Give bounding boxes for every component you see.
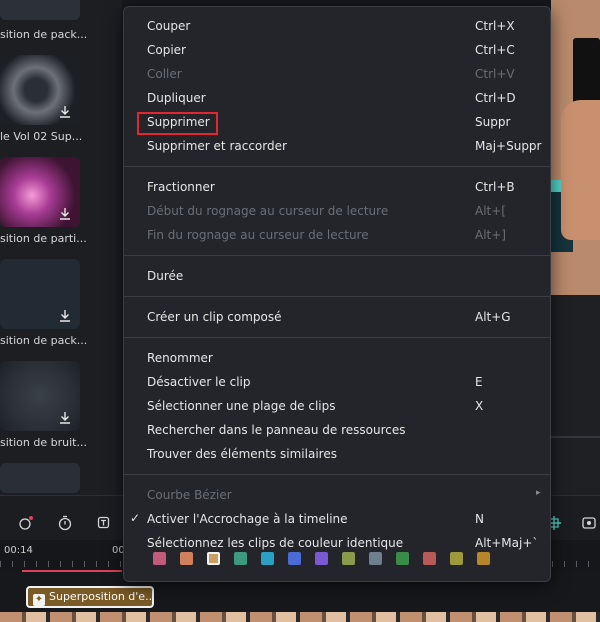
color-swatch[interactable] (477, 552, 490, 565)
record-icon[interactable] (582, 515, 598, 531)
timer-icon[interactable] (57, 515, 73, 531)
menu-item-supprimer-et-raccorder[interactable]: Supprimer et raccorder Maj+Suppr (124, 135, 550, 159)
download-icon[interactable] (58, 411, 72, 425)
preview-person (561, 100, 600, 240)
menu-item-renommer[interactable]: Renommer (124, 347, 550, 371)
color-swatch[interactable] (450, 552, 463, 565)
clip-label: Superposition d'e... (49, 590, 154, 603)
menu-item-courbe-bezier: Courbe Bézier ▸ (147, 488, 541, 502)
video-track-filmstrip[interactable] (0, 612, 600, 622)
color-swatch[interactable] (369, 552, 382, 565)
menu-item-dupliquer[interactable]: Dupliquer Ctrl+D (124, 87, 550, 111)
ai-audio-icon[interactable] (18, 515, 34, 531)
menu-separator (124, 166, 550, 167)
download-icon[interactable] (58, 309, 72, 323)
color-swatch[interactable] (342, 552, 355, 565)
menu-item-duree[interactable]: Durée (124, 265, 550, 289)
color-swatch[interactable] (207, 552, 220, 565)
asset-label: le Vol 02 Sup... (0, 130, 83, 143)
media-panel: sition de pack... le Vol 02 Sup... sitio… (0, 0, 122, 495)
menu-item-fractionner[interactable]: Fractionner Ctrl+B (124, 176, 550, 200)
download-icon[interactable] (58, 105, 72, 119)
playhead-range (22, 570, 122, 572)
color-swatch[interactable] (180, 552, 193, 565)
color-swatch[interactable] (261, 552, 274, 565)
panel-divider (551, 436, 600, 438)
asset-thumbnail[interactable] (0, 55, 80, 125)
text-to-speech-icon[interactable] (97, 515, 113, 531)
color-swatch[interactable] (315, 552, 328, 565)
menu-separator (124, 337, 550, 338)
highlight-box (137, 112, 218, 135)
submenu-arrow-icon: ▸ (536, 488, 541, 498)
asset-thumbnail[interactable] (0, 259, 80, 329)
menu-separator (124, 296, 550, 297)
time-label: 00:14 (4, 545, 33, 556)
menu-item-copier[interactable]: Copier Ctrl+C (124, 39, 550, 63)
menu-item-creer-clip-compose[interactable]: Créer un clip composé Alt+G (124, 306, 550, 330)
properties-panel (551, 295, 600, 495)
timeline-clip[interactable]: ✦ Superposition d'e... (26, 586, 154, 608)
color-swatch[interactable] (288, 552, 301, 565)
asset-label: sition de bruit... (0, 436, 87, 449)
asset-thumbnail[interactable] (0, 157, 80, 227)
menu-item-activer-accrochage[interactable]: ✓ Activer l'Accrochage à la timeline N (124, 508, 550, 532)
asset-thumbnail[interactable] (0, 463, 80, 493)
color-swatch[interactable] (234, 552, 247, 565)
menu-item-rechercher-ressources[interactable]: Rechercher dans le panneau de ressources (124, 419, 550, 443)
color-swatch[interactable] (153, 552, 166, 565)
asset-label: sition de parti... (0, 232, 87, 245)
color-swatch[interactable] (423, 552, 436, 565)
asset-label: sition de pack... (0, 28, 88, 41)
menu-item-coller: Coller Ctrl+V (147, 67, 515, 81)
context-menu: Couper Ctrl+X Copier Ctrl+C Coller Ctrl+V D… (123, 6, 551, 582)
menu-item-trouver-similaires[interactable]: Trouver des éléments similaires (124, 443, 550, 467)
menu-item-couper[interactable]: Couper Ctrl+X (124, 15, 550, 39)
effect-icon: ✦ (33, 594, 45, 606)
asset-label: sition de pack... (0, 334, 88, 347)
menu-separator (124, 474, 550, 475)
menu-item-fin-rognage: Fin du rognage au curseur de lecture Alt+… (147, 228, 506, 242)
color-swatch[interactable] (396, 552, 409, 565)
asset-thumbnail[interactable] (0, 0, 80, 20)
menu-item-debut-rognage: Début du rognage au curseur de lecture Al… (147, 204, 506, 218)
checkmark-icon: ✓ (130, 511, 141, 525)
menu-separator (124, 255, 550, 256)
download-icon[interactable] (58, 207, 72, 221)
menu-item-desactiver-clip[interactable]: Désactiver le clip E (124, 371, 550, 395)
asset-thumbnail[interactable] (0, 361, 80, 431)
video-preview[interactable] (551, 0, 600, 295)
menu-item-selectionner-plage[interactable]: Sélectionner une plage de clips X (124, 395, 550, 419)
